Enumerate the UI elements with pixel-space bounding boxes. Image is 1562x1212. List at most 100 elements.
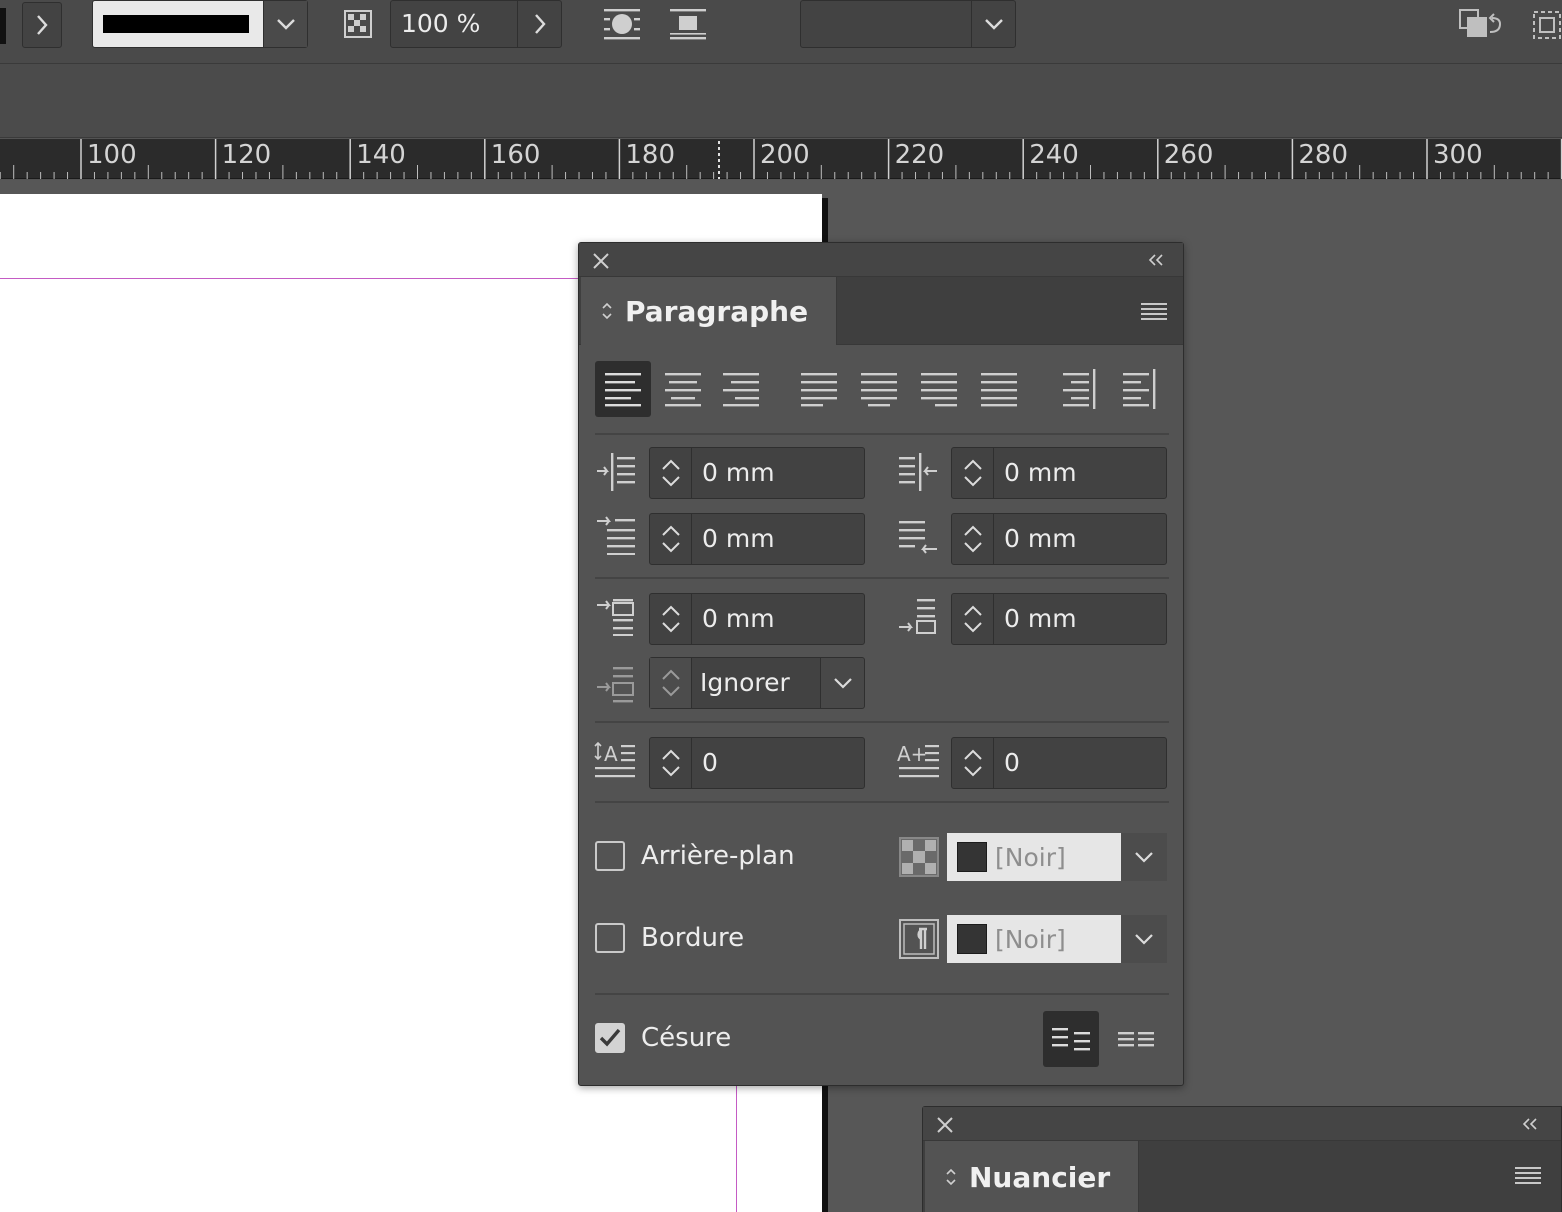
- drop-cap-lines-stepper[interactable]: [650, 738, 692, 788]
- drop-cap-lines-value[interactable]: 0: [692, 738, 718, 788]
- align-to-grid-icon: [597, 667, 634, 703]
- horizontal-ruler[interactable]: 100 120 140 160 180 200 220 240 260 280 300: [0, 139, 1562, 179]
- chevron-down-icon[interactable]: [661, 765, 681, 777]
- chevron-up-icon[interactable]: [661, 605, 681, 617]
- text-wrap-around-icon[interactable]: [602, 6, 642, 46]
- fill-indicator[interactable]: [0, 8, 6, 44]
- align-to-grid-stepper[interactable]: [650, 658, 692, 708]
- style-dropdown[interactable]: [800, 0, 1016, 48]
- space-after-value[interactable]: 0 mm: [994, 594, 1077, 644]
- space-before-stepper[interactable]: [650, 594, 692, 644]
- chevron-up-icon[interactable]: [661, 749, 681, 761]
- left-indent-value[interactable]: 0 mm: [692, 448, 775, 498]
- shading-color-dropdown[interactable]: [1121, 833, 1167, 881]
- updown-arrows-icon[interactable]: [945, 1167, 957, 1187]
- chevron-down-icon[interactable]: [661, 475, 681, 487]
- align-to-grid-dropdown-arrow[interactable]: [820, 658, 864, 708]
- chevron-down-icon[interactable]: [661, 685, 681, 697]
- updown-arrows-icon[interactable]: [601, 301, 613, 321]
- first-line-indent-value[interactable]: 0 mm: [692, 514, 775, 564]
- right-indent-value[interactable]: 0 mm: [994, 448, 1077, 498]
- align-to-grid-dropdown[interactable]: Ignorer: [649, 657, 865, 709]
- panel-menu-icon[interactable]: [1141, 303, 1167, 320]
- drop-cap-chars-stepper[interactable]: [952, 738, 994, 788]
- chevron-up-icon[interactable]: [661, 459, 681, 471]
- separator: [595, 721, 1169, 723]
- chevron-down-icon[interactable]: [661, 541, 681, 553]
- opacity-stepper-button[interactable]: [517, 1, 561, 47]
- drop-cap-chars-value[interactable]: 0: [994, 738, 1020, 788]
- checkmark-icon: [599, 1028, 621, 1047]
- justify-all-button[interactable]: [971, 361, 1027, 417]
- border-color-dropdown[interactable]: [1121, 915, 1167, 963]
- drop-cap-chars-field[interactable]: 0: [951, 737, 1167, 789]
- space-after-stepper[interactable]: [952, 594, 994, 644]
- space-before-field[interactable]: 0 mm: [649, 593, 865, 645]
- last-line-indent-stepper[interactable]: [952, 514, 994, 564]
- hyphenation-checkbox[interactable]: [595, 1023, 625, 1053]
- collapse-icon[interactable]: [1521, 1117, 1539, 1131]
- chevron-up-icon[interactable]: [963, 749, 983, 761]
- style-dropdown-arrow[interactable]: [971, 1, 1015, 47]
- justify-center-button[interactable]: [851, 361, 907, 417]
- opacity-field[interactable]: 100 %: [390, 0, 562, 48]
- shading-checkbox[interactable]: [595, 841, 625, 871]
- left-indent-stepper[interactable]: [650, 448, 692, 498]
- expand-button[interactable]: [22, 2, 62, 48]
- paragraph-composer-button[interactable]: [1109, 1011, 1165, 1067]
- close-icon[interactable]: [935, 1115, 955, 1135]
- space-before-value[interactable]: 0 mm: [692, 594, 775, 644]
- stroke-style-dropdown[interactable]: [92, 0, 308, 48]
- chevron-down-icon: [276, 19, 295, 30]
- svg-text:A+: A+: [897, 742, 927, 766]
- chevron-up-icon[interactable]: [963, 525, 983, 537]
- justify-right-button[interactable]: [911, 361, 967, 417]
- left-indent-field[interactable]: 0 mm: [649, 447, 865, 499]
- swatches-menu-icon[interactable]: [1515, 1167, 1541, 1184]
- frame-fitting-icon[interactable]: [1532, 8, 1562, 46]
- drop-cap-lines-field[interactable]: 0: [649, 737, 865, 789]
- chevron-right-icon: [37, 15, 48, 35]
- right-indent-stepper[interactable]: [952, 448, 994, 498]
- chevron-up-icon[interactable]: [963, 605, 983, 617]
- align-towards-spine-button[interactable]: [1051, 361, 1107, 417]
- text-wrap-jump-icon[interactable]: [668, 6, 708, 46]
- align-left-button[interactable]: [595, 361, 651, 417]
- drop-cap-chars-icon: A+: [897, 742, 939, 778]
- justify-left-button[interactable]: [791, 361, 847, 417]
- collapse-icon[interactable]: [1147, 253, 1165, 267]
- chevron-down-icon[interactable]: [963, 765, 983, 777]
- opacity-value[interactable]: 100 %: [401, 9, 480, 38]
- first-line-indent-stepper[interactable]: [650, 514, 692, 564]
- align-center-button[interactable]: [655, 361, 711, 417]
- tab-nuancier[interactable]: Nuancier: [925, 1141, 1140, 1212]
- last-line-indent-value[interactable]: 0 mm: [994, 514, 1077, 564]
- stroke-style-dropdown-arrow[interactable]: [263, 1, 307, 47]
- last-line-indent-field[interactable]: 0 mm: [951, 513, 1167, 565]
- close-icon[interactable]: [591, 251, 611, 271]
- chevron-up-icon[interactable]: [661, 669, 681, 681]
- chevron-down-icon[interactable]: [661, 621, 681, 633]
- align-away-from-spine-button[interactable]: [1111, 361, 1167, 417]
- paragraph-border-icon[interactable]: [899, 919, 939, 959]
- clear-overrides-icon[interactable]: [1456, 8, 1512, 46]
- shading-color-field[interactable]: [Noir]: [947, 833, 1121, 881]
- swatches-title-bar[interactable]: [923, 1107, 1561, 1141]
- border-checkbox[interactable]: [595, 923, 625, 953]
- single-line-composer-button[interactable]: [1043, 1011, 1099, 1067]
- align-to-grid-value[interactable]: Ignorer: [692, 658, 820, 708]
- chevron-up-icon[interactable]: [963, 459, 983, 471]
- right-indent-field[interactable]: 0 mm: [951, 447, 1167, 499]
- space-after-field[interactable]: 0 mm: [951, 593, 1167, 645]
- tab-paragraphe[interactable]: Paragraphe: [581, 277, 838, 345]
- space-after-icon: [899, 599, 936, 634]
- align-right-button[interactable]: [713, 361, 769, 417]
- chevron-up-icon[interactable]: [661, 525, 681, 537]
- shading-tint-icon[interactable]: [899, 837, 939, 877]
- chevron-down-icon[interactable]: [963, 541, 983, 553]
- chevron-down-icon[interactable]: [963, 621, 983, 633]
- panel-title-bar[interactable]: [579, 243, 1183, 277]
- border-color-field[interactable]: [Noir]: [947, 915, 1121, 963]
- first-line-indent-field[interactable]: 0 mm: [649, 513, 865, 565]
- chevron-down-icon[interactable]: [963, 475, 983, 487]
